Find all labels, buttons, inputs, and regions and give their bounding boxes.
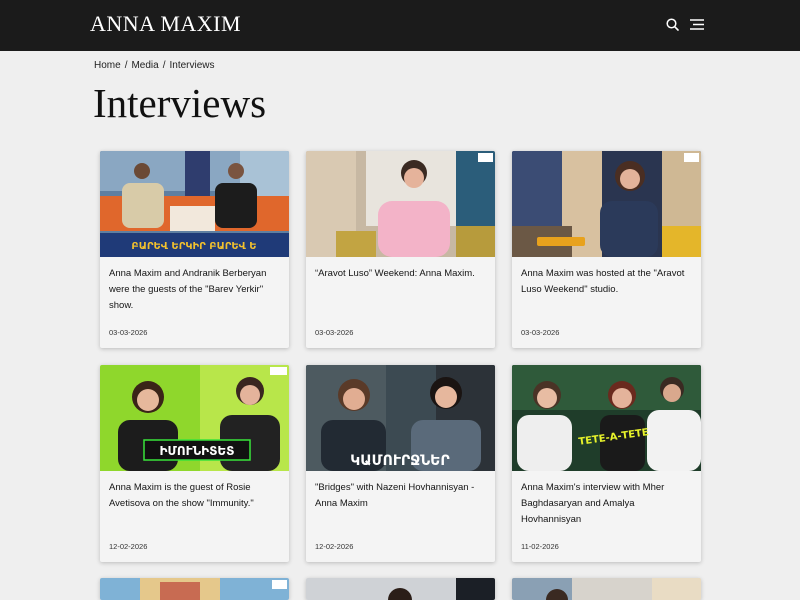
video-thumbnail-image [100, 578, 289, 600]
breadcrumb-media[interactable]: Media [131, 60, 158, 72]
interview-card[interactable]: ԲԱՐԵՎ ԵՐԿԻՐ ԲԱՐԵՎ Ե Anna Maxim and Andra… [100, 151, 289, 348]
thumbnail-overlay-text: ԿԱՄՈՒՐՋՆԵՐ [350, 453, 450, 469]
page-title: Interviews [93, 80, 267, 126]
interview-card[interactable]: “Aravot Luso” Weekend: Anna Maxim. 03-03… [306, 151, 495, 348]
video-thumbnail-image [512, 578, 701, 600]
interview-card[interactable] [306, 578, 495, 600]
breadcrumb: Home / Media / Interviews [94, 60, 215, 72]
breadcrumb-home[interactable]: Home [94, 60, 121, 72]
interview-card[interactable]: ТЕТЕ-А-ТЕТЕ Anna Maxim's interview with … [512, 365, 701, 562]
search-button[interactable] [662, 14, 684, 36]
card-date: 03-03-2026 [315, 328, 354, 337]
card-date: 03-03-2026 [521, 328, 560, 337]
interview-card[interactable] [512, 578, 701, 600]
menu-button[interactable] [686, 14, 708, 36]
site-header: ANNA MAXIM [0, 0, 800, 51]
breadcrumb-current: Interviews [169, 60, 215, 71]
video-thumbnail-image [306, 578, 495, 600]
card-thumbnail[interactable]: ԻՄՈՒՆԻՏԵՏ [100, 365, 289, 471]
card-thumbnail[interactable]: ТЕТЕ-А-ТЕТЕ [512, 365, 701, 471]
breadcrumb-separator: / [124, 60, 128, 71]
card-thumbnail[interactable]: ԲԱՐԵՎ ԵՐԿԻՐ ԲԱՐԵՎ Ե [100, 151, 289, 257]
video-thumbnail-image [512, 151, 701, 257]
thumbnail-overlay-text: ԻՄՈՒՆԻՏԵՏ [160, 444, 235, 458]
card-date: 12-02-2026 [315, 542, 354, 551]
card-title[interactable]: Anna Maxim's interview with Mher Baghdas… [521, 480, 693, 528]
breadcrumb-separator: / [162, 60, 166, 71]
interview-card[interactable]: ԻՄՈՒՆԻՏԵՏ Anna Maxim is the guest of Ros… [100, 365, 289, 562]
card-title[interactable]: Anna Maxim and Andranik Berberyan were t… [109, 266, 281, 314]
card-thumbnail[interactable] [512, 151, 701, 257]
interview-card[interactable]: ԿԱՄՈՒՐՋՆԵՐ "Bridges" with Nazeni Hovhann… [306, 365, 495, 562]
card-date: 12-02-2026 [109, 542, 148, 551]
video-thumbnail-image: ԿԱՄՈՒՐՋՆԵՐ [306, 365, 495, 471]
video-thumbnail-image [306, 151, 495, 257]
card-title[interactable]: Anna Maxim was hosted at the "Aravot Lus… [521, 266, 693, 298]
card-thumbnail[interactable]: ԿԱՄՈՒՐՋՆԵՐ [306, 365, 495, 471]
interview-card[interactable]: Anna Maxim was hosted at the "Aravot Lus… [512, 151, 701, 348]
thumbnail-overlay-text: ԲԱՐԵՎ ԵՐԿԻՐ ԲԱՐԵՎ Ե [131, 241, 256, 252]
card-title[interactable]: "Bridges" with Nazeni Hovhannisyan - Ann… [315, 480, 487, 512]
card-title[interactable]: “Aravot Luso” Weekend: Anna Maxim. [315, 266, 487, 282]
card-date: 03-03-2026 [109, 328, 148, 337]
card-date: 11-02-2026 [521, 542, 559, 551]
card-title[interactable]: Anna Maxim is the guest of Rosie Avetiso… [109, 480, 281, 512]
video-thumbnail-image: ԻՄՈՒՆԻՏԵՏ [100, 365, 289, 471]
interview-card[interactable] [100, 578, 289, 600]
video-thumbnail-image: ТЕТЕ-А-ТЕТЕ [512, 365, 701, 471]
site-logo[interactable]: ANNA MAXIM [90, 11, 241, 37]
hamburger-menu-icon [690, 19, 704, 30]
video-thumbnail-image: ԲԱՐԵՎ ԵՐԿԻՐ ԲԱՐԵՎ Ե [100, 151, 289, 257]
card-thumbnail[interactable] [306, 151, 495, 257]
search-icon [666, 18, 679, 31]
